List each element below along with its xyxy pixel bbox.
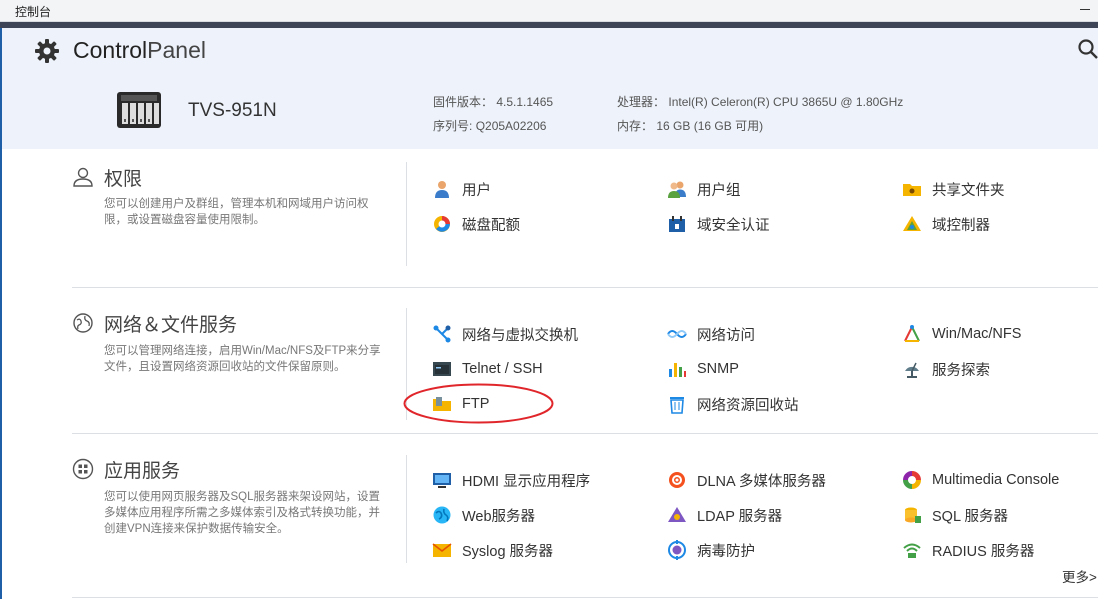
item-network-recycle-bin[interactable]: 网络资源回收站 xyxy=(667,392,799,416)
item-multimedia-console[interactable]: Multimedia Console xyxy=(902,468,1059,492)
section-desc-network: 您可以管理网络连接，启用Win/Mac/NFS及FTP来分享文件，且设置网络资源… xyxy=(104,345,381,373)
item-network-access[interactable]: 网络访问 xyxy=(667,322,755,346)
section-title-apps: 应用服务 xyxy=(104,461,181,482)
item-snmp[interactable]: SNMP xyxy=(667,357,739,381)
service-discovery-icon xyxy=(905,362,919,378)
web-server-icon xyxy=(433,506,451,524)
ftp-highlight-circle xyxy=(403,383,554,424)
network-switch-icon xyxy=(433,325,451,343)
section-desc-privilege: 您可以创建用户及群组，管理本机和网域用户访问权限，或设置磁盘容量使用限制。 xyxy=(104,198,369,226)
hdmi-display-icon xyxy=(433,473,451,488)
user-group-icon xyxy=(668,181,686,198)
cpu-info: 处理器： Intel(R) Celeron(R) CPU 3865U @ 1.8… xyxy=(617,95,904,109)
dlna-icon xyxy=(669,472,685,488)
firmware-info: 固件版本： 4.5.1.1465 xyxy=(433,95,554,109)
minimize-button[interactable] xyxy=(1077,1,1093,17)
item-web-server[interactable]: Web服务器 xyxy=(432,503,535,527)
item-domain-controller[interactable]: 域控制器 xyxy=(902,212,990,236)
privilege-section-icon xyxy=(73,167,93,187)
domain-controller-icon xyxy=(903,216,921,231)
sql-server-icon xyxy=(905,507,921,523)
radius-icon xyxy=(903,543,921,558)
item-radius-server[interactable]: RADIUS 服务器 xyxy=(902,538,1034,562)
syslog-icon xyxy=(432,543,452,557)
recycle-bin-icon xyxy=(670,397,684,414)
network-access-icon xyxy=(667,330,687,338)
antivirus-icon xyxy=(668,540,686,560)
section-separator xyxy=(72,597,1098,598)
item-ldap-server[interactable]: LDAP 服务器 xyxy=(667,503,782,527)
apps-section-icon xyxy=(72,458,94,480)
section-separator xyxy=(72,433,1098,434)
device-model: TVS-951N xyxy=(188,100,277,121)
disk-quota-icon xyxy=(434,216,450,232)
section-divider-vertical xyxy=(406,455,407,563)
item-hdmi-display[interactable]: HDMI 显示应用程序 xyxy=(432,468,590,492)
item-domain-security[interactable]: 域安全认证 xyxy=(667,212,770,236)
section-title-network: 网络＆文件服务 xyxy=(104,315,238,336)
win-mac-nfs-icon xyxy=(904,325,920,342)
section-divider-vertical xyxy=(406,162,407,266)
item-antivirus[interactable]: 病毒防护 xyxy=(667,538,755,562)
item-network-virtual-switch[interactable]: 网络与虚拟交换机 xyxy=(432,322,578,346)
gear-icon xyxy=(35,39,59,63)
snmp-icon xyxy=(669,363,686,377)
nas-device-image xyxy=(117,92,161,128)
memory-info: 内存： 16 GB (16 GB 可用) xyxy=(617,119,764,133)
item-dlna[interactable]: DLNA 多媒体服务器 xyxy=(667,468,826,492)
item-telnet-ssh[interactable]: Telnet / SSH xyxy=(432,357,543,381)
user-icon xyxy=(435,181,449,198)
section-title-privilege: 权限 xyxy=(104,169,143,190)
ldap-icon xyxy=(668,507,686,522)
item-disk-quota[interactable]: 磁盘配额 xyxy=(432,212,520,236)
search-icon[interactable] xyxy=(1077,38,1098,60)
section-desc-apps: 您可以使用网页服务器及SQL服务器来架设网站，设置多媒体应用程序所需之多媒体索引… xyxy=(104,491,381,535)
multimedia-console-icon xyxy=(903,471,921,489)
app-title: ControlPanel xyxy=(73,37,206,63)
terminal-icon xyxy=(433,362,451,376)
item-win-mac-nfs[interactable]: Win/Mac/NFS xyxy=(902,322,1021,346)
serial-info: 序列号: Q205A02206 xyxy=(433,119,547,133)
shared-folder-icon xyxy=(903,184,921,196)
item-sql-server[interactable]: SQL 服务器 xyxy=(902,503,1008,527)
domain-security-icon xyxy=(669,216,685,232)
item-user-groups[interactable]: 用户组 xyxy=(667,177,741,201)
more-link[interactable]: 更多> xyxy=(1062,566,1097,586)
network-section-icon xyxy=(73,313,93,333)
item-users[interactable]: 用户 xyxy=(432,177,491,201)
item-shared-folders[interactable]: 共享文件夹 xyxy=(902,177,1005,201)
item-service-discovery[interactable]: 服务探索 xyxy=(902,357,990,381)
window-titlebar: 控制台 xyxy=(0,0,1098,22)
item-syslog-server[interactable]: Syslog 服务器 xyxy=(432,538,553,562)
window-title: 控制台 xyxy=(15,5,52,19)
section-separator xyxy=(72,287,1098,288)
